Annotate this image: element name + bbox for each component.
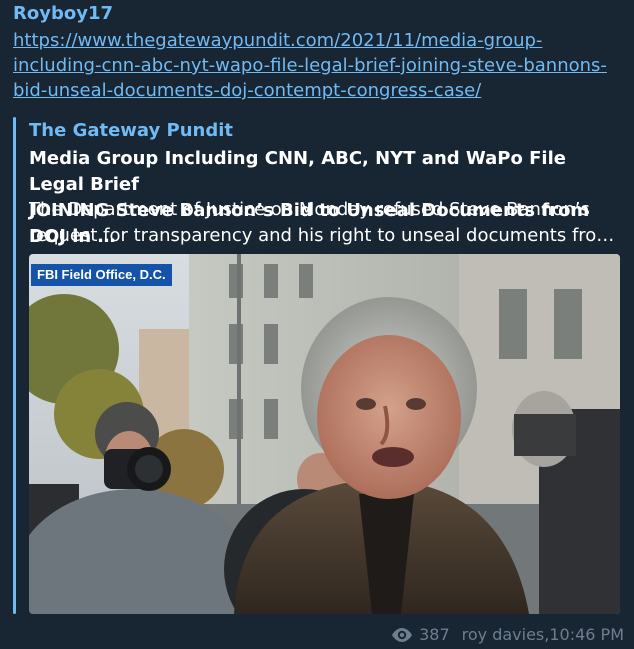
link-preview[interactable]: The Gateway Pundit Media Group Including…	[13, 117, 621, 615]
message-link[interactable]: https://www.thegatewaypundit.com/2021/11…	[13, 28, 613, 103]
preview-site-name[interactable]: The Gateway Pundit	[29, 119, 233, 143]
preview-accent-bar	[13, 117, 16, 614]
eye-icon	[391, 628, 413, 642]
image-overlay-label: FBI Field Office, D.C.	[31, 264, 172, 286]
sender-name[interactable]: Royboy17	[13, 2, 113, 26]
author-name: roy davies	[461, 625, 545, 644]
views-count: 387	[419, 625, 450, 644]
preview-description: The Department of Justice on Monday refu…	[29, 199, 615, 246]
message-bubble: Royboy17 https://www.thegatewaypundit.co…	[0, 0, 634, 649]
preview-image[interactable]: FBI Field Office, D.C.	[29, 254, 620, 614]
message-meta: 387 roy davies , 10:46 PM	[391, 624, 624, 646]
message-time: 10:46 PM	[549, 625, 624, 644]
preview-photo	[29, 254, 620, 614]
